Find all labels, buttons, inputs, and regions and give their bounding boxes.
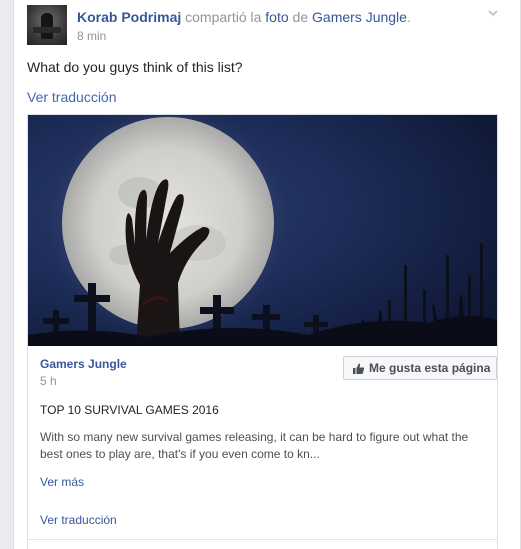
shared-photo[interactable] — [28, 115, 497, 346]
translate-link[interactable]: Ver traducción — [27, 89, 117, 105]
photo-link[interactable]: foto — [265, 9, 288, 25]
avatar-figure — [41, 13, 53, 39]
author-avatar[interactable] — [27, 5, 67, 45]
post-header: Korab Podrimaj compartió la foto de Game… — [77, 9, 411, 25]
shared-page-name-link[interactable]: Gamers Jungle — [40, 357, 127, 371]
shared-translate-link[interactable]: Ver traducción — [40, 513, 117, 527]
source-page-link[interactable]: Gamers Jungle — [312, 9, 407, 25]
shared-post-time[interactable]: 5 h — [40, 374, 57, 388]
like-page-button[interactable]: Me gusta esta página — [343, 356, 497, 380]
post-timestamp[interactable]: 8 min — [77, 29, 106, 43]
thumbs-up-icon — [353, 363, 365, 374]
avatar-ground — [33, 27, 61, 33]
feed-post: Korab Podrimaj compartió la foto de Game… — [13, 0, 521, 549]
shared-post-card: Gamers Jungle 5 h Me gusta esta página T… — [27, 114, 498, 549]
like-page-label: Me gusta esta página — [369, 361, 491, 375]
header-period: . — [406, 9, 411, 25]
shared-post-title: TOP 10 SURVIVAL GAMES 2016 — [40, 403, 219, 417]
author-name-link[interactable]: Korab Podrimaj — [77, 9, 181, 25]
of-text: de — [292, 9, 309, 25]
see-more-link[interactable]: Ver más — [40, 475, 84, 489]
post-message: What do you guys think of this list? — [27, 59, 243, 75]
shared-post-body: With so many new survival games releasin… — [40, 430, 469, 461]
chevron-down-icon[interactable] — [486, 6, 500, 20]
card-divider — [28, 539, 497, 540]
shared-text: compartió la — [185, 9, 262, 25]
